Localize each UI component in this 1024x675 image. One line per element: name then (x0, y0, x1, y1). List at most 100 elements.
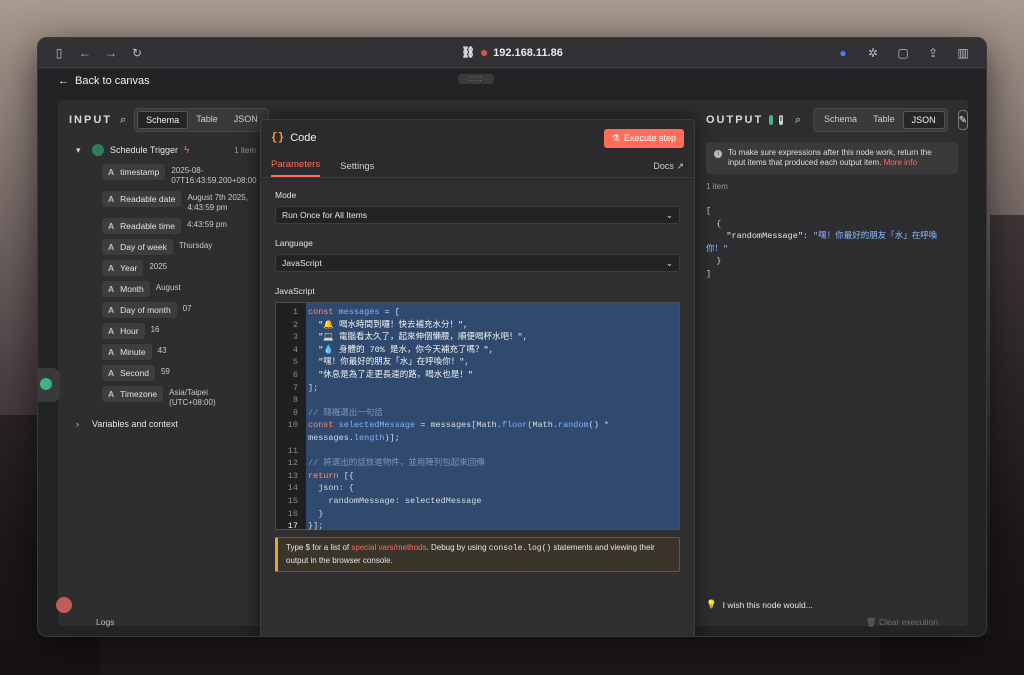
schema-field[interactable]: A Year 2025 (102, 260, 260, 276)
clock-icon (92, 144, 104, 156)
code-line: randomMessage: selectedMessage (308, 495, 482, 506)
docs-link[interactable]: Docs ↗ (653, 161, 684, 172)
sidebar-toggle-icon[interactable]: ▯ (48, 42, 70, 64)
lightbulb-icon: 💡 (706, 599, 717, 609)
line-number: 2 (292, 319, 298, 330)
logs-label[interactable]: Logs (96, 617, 114, 627)
settings-icon[interactable]: ✲ (862, 42, 884, 64)
code-hint-box: Type $ for a list of special vars/method… (275, 537, 680, 572)
address-bar[interactable]: ⛓ 192.168.11.86 (461, 46, 563, 60)
tab-settings[interactable]: Settings (340, 161, 374, 177)
output-panel: OUTPUT i ⌕ Schema Table JSON ✎ i To make… (696, 100, 968, 626)
info-icon[interactable]: i (779, 115, 783, 125)
output-title: OUTPUT (706, 114, 764, 126)
back-arrow-icon[interactable]: ← (74, 42, 96, 64)
chat-icon[interactable]: ▢ (892, 42, 914, 64)
back-to-canvas-link[interactable]: ← Back to canvas (58, 75, 150, 87)
drag-handle[interactable]: :::: (458, 74, 494, 84)
code-label: JavaScript (275, 286, 315, 296)
line-number: 4 (292, 344, 298, 355)
code-line: return [{ (308, 470, 354, 481)
schema-field[interactable]: A Minute 43 (102, 344, 260, 360)
line-number: 1 (292, 307, 298, 317)
schema-field[interactable]: A Readable date August 7th 2025, 4:43:59 p… (102, 191, 260, 213)
code-editor[interactable]: 1 2 3 4 5 6 7 8 9 10 11 12 13 14 15 16 1… (275, 302, 680, 532)
trash-icon: 🗑 (865, 617, 877, 627)
output-item-count: 1 item (706, 182, 728, 191)
clear-execution-label: Clear execution (878, 617, 938, 627)
language-label: Language (275, 238, 313, 248)
field-value: 2025 (149, 262, 168, 271)
tab-schema[interactable]: Schema (816, 111, 865, 129)
code-node-panel: {} Code ⚗ Execute step Parameters Settin… (260, 119, 695, 636)
feedback-link[interactable]: 💡 I wish this node would... (706, 599, 813, 610)
reload-icon[interactable]: ↻ (126, 42, 148, 64)
line-number: 9 (292, 407, 298, 418)
address-text: 192.168.11.86 (493, 46, 563, 59)
schema-field[interactable]: A Hour 16 (102, 323, 260, 339)
field-value: Asia/Taipei (UTC+08:00) (169, 388, 216, 407)
schema-field[interactable]: Atimestamp 2025-08-07T16:43:59.200+08:00 (102, 164, 260, 186)
schema-field[interactable]: A Month August (102, 281, 260, 297)
line-number: 15 (287, 495, 298, 506)
schema-field[interactable]: A Readable time 4:43:59 pm (102, 218, 260, 234)
field-value: August (155, 283, 181, 292)
json-key: "randomMessage" (726, 231, 803, 241)
edit-pencil-icon[interactable]: ✎ (957, 110, 968, 130)
special-vars-link[interactable]: special vars/methods (351, 543, 426, 552)
field-value: 07 (182, 304, 192, 313)
execute-step-button[interactable]: ⚗ Execute step (603, 128, 684, 148)
schema-field[interactable]: A Second 59 (102, 365, 260, 381)
output-notice: i To make sure expressions after this no… (706, 142, 958, 174)
variables-context-row[interactable]: › Variables and context (76, 414, 260, 434)
field-value: 43 (157, 346, 167, 355)
forward-arrow-icon[interactable]: → (100, 42, 122, 64)
schema-field[interactable]: A Day of week Thursday (102, 239, 260, 255)
more-info-link[interactable]: More info (884, 158, 917, 167)
field-value: 2025-08-07T16:43:59.200+08:00 (171, 166, 257, 185)
tab-table[interactable]: Table (865, 111, 903, 129)
search-icon[interactable]: ⌕ (120, 114, 126, 127)
flask-icon: ⚗ (611, 132, 620, 143)
code-line: "🔔 喝水時間到囉！快去補充水分！", (318, 319, 469, 330)
status-dot-icon (40, 378, 52, 390)
extension-icon[interactable]: ● (832, 42, 854, 64)
share-icon[interactable]: ⇪ (922, 42, 944, 64)
line-number: 12 (287, 458, 298, 469)
line-number: 11 (287, 445, 298, 456)
clear-execution-button[interactable]: 🗑 Clear execution (866, 617, 938, 628)
mode-select[interactable]: Run Once for All Items ⌄ (275, 206, 680, 224)
chevron-right-icon: › (76, 419, 79, 429)
variables-label: Variables and context (92, 419, 178, 429)
tab-parameters[interactable]: Parameters (271, 159, 321, 177)
tab-schema[interactable]: Schema (137, 111, 189, 129)
code-line: json: { (308, 483, 354, 494)
footer-bar: 💡 I wish this node would... Logs 🗑 Clear… (38, 593, 986, 633)
field-key: Year (120, 263, 138, 273)
schema-field[interactable]: A Day of month 07 (102, 302, 260, 318)
string-type-icon: A (108, 263, 115, 273)
field-value: August 7th 2025, 4:43:59 pm (187, 193, 248, 212)
search-icon[interactable]: ⌕ (795, 114, 801, 127)
code-line: ]; (308, 382, 319, 393)
avatar[interactable] (56, 597, 72, 613)
external-link-icon: ↗ (676, 161, 684, 171)
code-line: } (308, 508, 324, 519)
string-type-icon: A (108, 167, 115, 177)
trigger-row[interactable]: ▾ Schedule Trigger ϟ 1 item (76, 140, 260, 160)
collapse-handle[interactable] (38, 368, 60, 402)
field-key: Day of week (120, 242, 167, 252)
schema-field[interactable]: A Timezone Asia/Taipei (UTC+08:00) (102, 386, 260, 408)
field-value: 59 (160, 367, 170, 376)
tab-json[interactable]: JSON (902, 111, 945, 129)
back-to-canvas-label: Back to canvas (75, 75, 150, 87)
string-type-icon: A (108, 368, 115, 378)
code-line: const selectedMessage = messages[Math.fl… (308, 420, 609, 431)
tab-table[interactable]: Table (188, 111, 226, 129)
tabs-icon[interactable]: ▥ (952, 42, 974, 64)
code-line: }]; (308, 521, 324, 532)
node-title[interactable]: Code (290, 132, 316, 144)
field-key: timestamp (120, 167, 160, 177)
language-select[interactable]: JavaScript ⌄ (275, 254, 680, 272)
